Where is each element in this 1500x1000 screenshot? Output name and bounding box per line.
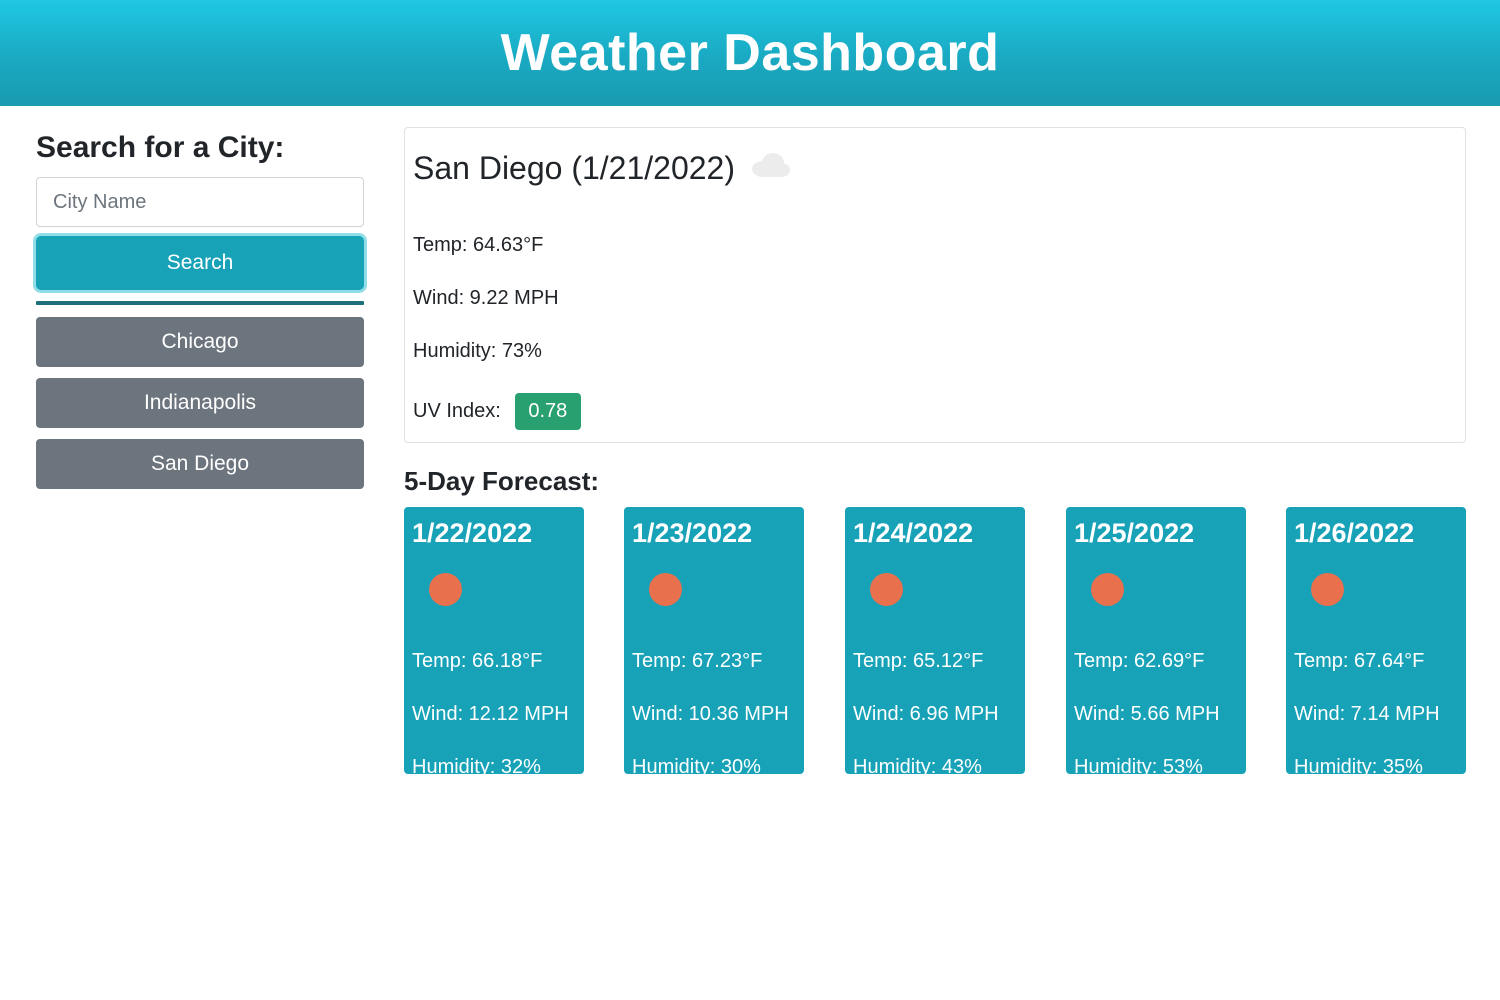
search-heading: Search for a City: bbox=[36, 131, 285, 164]
forecast-wind: Wind: 7.14 MPH bbox=[1294, 703, 1440, 725]
forecast-card: 1/22/2022 Temp: 66.18°F Wind: 12.12 MPH … bbox=[404, 507, 584, 778]
forecast-temp: Temp: 67.64°F bbox=[1294, 650, 1425, 672]
uv-index-row: UV Index: 0.78 bbox=[413, 393, 1457, 430]
current-weather-heading: San Diego (1/21/2022) bbox=[413, 148, 1457, 188]
app-header: Weather Dashboard bbox=[0, 0, 1500, 106]
forecast-date: 1/23/2022 bbox=[632, 518, 753, 548]
forecast-title: 5-Day Forecast: bbox=[404, 466, 600, 496]
forecast-temp: Temp: 65.12°F bbox=[853, 650, 984, 672]
forecast-wind: Wind: 6.96 MPH bbox=[853, 703, 999, 725]
city-search-input[interactable] bbox=[36, 177, 364, 227]
sun-icon bbox=[870, 573, 903, 606]
forecast-humidity: Humidity: 43% bbox=[853, 756, 982, 778]
forecast-date: 1/25/2022 bbox=[1074, 518, 1195, 548]
uv-index-label: UV Index: bbox=[413, 400, 501, 422]
current-weather-card: San Diego (1/21/2022) Temp: 64.63°F Wind… bbox=[404, 127, 1466, 443]
current-wind: Wind: 9.22 MPH bbox=[413, 287, 559, 309]
forecast-date: 1/26/2022 bbox=[1294, 518, 1415, 548]
current-temp: Temp: 64.63°F bbox=[413, 234, 544, 256]
sun-icon bbox=[649, 573, 682, 606]
forecast-cards: 1/22/2022 Temp: 66.18°F Wind: 12.12 MPH … bbox=[404, 507, 1466, 778]
divider bbox=[36, 301, 364, 305]
forecast-temp: Temp: 62.69°F bbox=[1074, 650, 1205, 672]
forecast-wind: Wind: 5.66 MPH bbox=[1074, 703, 1220, 725]
forecast-wind: Wind: 10.36 MPH bbox=[632, 703, 789, 725]
page-title: Weather Dashboard bbox=[500, 24, 1000, 82]
forecast-humidity: Humidity: 53% bbox=[1074, 756, 1203, 778]
uv-index-badge: 0.78 bbox=[514, 393, 581, 430]
forecast-temp: Temp: 66.18°F bbox=[412, 650, 543, 672]
sun-icon bbox=[1091, 573, 1124, 606]
forecast-card: 1/26/2022 Temp: 67.64°F Wind: 7.14 MPH H… bbox=[1286, 507, 1466, 778]
forecast-date: 1/22/2022 bbox=[412, 518, 533, 548]
history-button-indianapolis[interactable]: Indianapolis bbox=[36, 378, 364, 428]
sun-icon bbox=[429, 573, 462, 606]
current-humidity: Humidity: 73% bbox=[413, 340, 542, 362]
sidebar: Search for a City: Search Chicago Indian… bbox=[36, 126, 364, 489]
current-city-date: San Diego (1/21/2022) bbox=[413, 149, 735, 186]
search-button[interactable]: Search bbox=[36, 236, 364, 290]
forecast-card: 1/24/2022 Temp: 65.12°F Wind: 6.96 MPH H… bbox=[845, 507, 1025, 778]
history-button-san-diego[interactable]: San Diego bbox=[36, 439, 364, 489]
forecast-humidity: Humidity: 32% bbox=[412, 756, 541, 778]
history-button-chicago[interactable]: Chicago bbox=[36, 317, 364, 367]
forecast-humidity: Humidity: 35% bbox=[1294, 756, 1423, 778]
forecast-humidity: Humidity: 30% bbox=[632, 756, 761, 778]
forecast-wind: Wind: 12.12 MPH bbox=[412, 703, 569, 725]
forecast-temp: Temp: 67.23°F bbox=[632, 650, 763, 672]
forecast-card: 1/23/2022 Temp: 67.23°F Wind: 10.36 MPH … bbox=[624, 507, 804, 778]
forecast-date: 1/24/2022 bbox=[853, 518, 974, 548]
forecast-card: 1/25/2022 Temp: 62.69°F Wind: 5.66 MPH H… bbox=[1066, 507, 1246, 778]
search-history: Chicago Indianapolis San Diego bbox=[36, 317, 364, 489]
sun-icon bbox=[1311, 573, 1344, 606]
cloud-icon bbox=[749, 150, 791, 187]
